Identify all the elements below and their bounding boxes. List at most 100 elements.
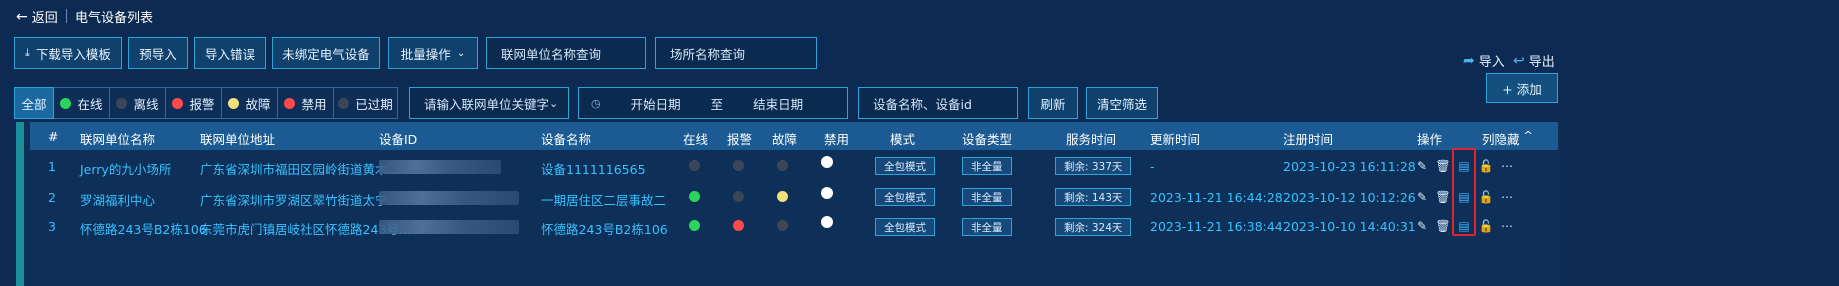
back-link[interactable]: ← 返回 xyxy=(16,7,58,27)
status-label: 已过期 xyxy=(355,96,393,112)
mode-tag: 全包模式 xyxy=(875,157,935,175)
edit-icon[interactable]: ✎ xyxy=(1415,190,1429,204)
col-device-id: 设备ID xyxy=(379,132,418,147)
cell-unit-name[interactable]: 怀德路243号B2栋106 xyxy=(80,219,207,238)
cell-unit-address: 广东省深圳市罗湖区翠竹街道太宁... xyxy=(200,193,400,208)
status-label: 全部 xyxy=(21,96,47,112)
mode-tag: 全包模式 xyxy=(875,188,935,206)
col-register-time: 注册时间 xyxy=(1283,132,1334,147)
status-filter-group: 全部 在线 离线 报警 故障 禁用 已过期 xyxy=(14,87,398,119)
edit-icon[interactable]: ✎ xyxy=(1415,219,1429,233)
status-dot-icon xyxy=(284,97,296,109)
cell-index: 3 xyxy=(48,219,56,234)
status-label: 报警 xyxy=(189,96,215,112)
disabled-status-dot xyxy=(821,187,833,199)
col-index: # xyxy=(48,129,59,144)
start-date-placeholder: 开始日期 xyxy=(630,96,681,112)
device-search-input[interactable]: 设备名称、设备id xyxy=(858,87,1018,119)
chevron-up-icon: ^ xyxy=(1523,129,1533,142)
edit-icon[interactable]: ✎ xyxy=(1415,159,1429,173)
status-filter-alarm[interactable]: 报警 xyxy=(166,87,222,119)
unlock-icon[interactable]: 🔓 xyxy=(1479,219,1494,233)
cell-device-name: 一期居住区二层事故二 xyxy=(541,193,667,208)
cell-index: 1 xyxy=(48,159,56,174)
chevron-down-icon: ⌄ xyxy=(456,47,466,59)
status-dot-icon xyxy=(172,97,184,109)
status-filter-fault[interactable]: 故障 xyxy=(222,87,278,119)
col-actions: 操作 xyxy=(1417,132,1443,147)
col-mode: 模式 xyxy=(890,132,916,147)
col-online: 在线 xyxy=(683,132,709,147)
fault-status-dot xyxy=(777,220,788,231)
status-filter-disabled[interactable]: 禁用 xyxy=(278,87,334,119)
device-type-tag: 非全量 xyxy=(962,157,1012,175)
col-alarm: 报警 xyxy=(727,132,753,147)
refresh-button[interactable]: 刷新 xyxy=(1028,87,1078,119)
cell-unit-name[interactable]: Jerry的九小场所 xyxy=(80,159,171,178)
col-device-type: 设备类型 xyxy=(962,132,1013,147)
status-dot-icon xyxy=(338,97,350,109)
online-status-dot xyxy=(689,160,700,171)
more-icon[interactable]: ⋯ xyxy=(1500,219,1514,233)
status-filter-all[interactable]: 全部 xyxy=(14,87,54,119)
device-type-tag: 非全量 xyxy=(962,218,1012,236)
unlock-icon[interactable]: 🔓 xyxy=(1479,159,1494,173)
unbound-devices-button[interactable]: 未绑定电气设备 xyxy=(272,37,380,69)
service-time-tag: 剩余: 143天 xyxy=(1055,188,1132,206)
table-scroll-indicator[interactable] xyxy=(16,122,24,286)
device-id-redacted xyxy=(379,220,519,234)
status-filter-offline[interactable]: 离线 xyxy=(110,87,166,119)
col-disabled: 禁用 xyxy=(824,132,850,147)
reply-icon: ↩ xyxy=(1513,52,1525,69)
more-icon[interactable]: ⋯ xyxy=(1500,159,1514,173)
place-search-input[interactable]: 场所名称查询 xyxy=(655,37,817,69)
batch-label: 批量操作 xyxy=(400,46,451,62)
back-label: 返回 xyxy=(31,11,58,26)
trash-icon[interactable]: 🗑 xyxy=(1435,219,1450,233)
unit-search-input[interactable]: 联网单位名称查询 xyxy=(486,37,646,69)
cell-register-time: 2023-10-10 14:40:31 xyxy=(1283,219,1416,234)
online-status-dot xyxy=(689,191,700,202)
batch-operations-button[interactable]: 批量操作 ⌄ xyxy=(388,37,478,69)
trash-icon[interactable]: 🗑 xyxy=(1435,159,1450,173)
cell-update-time: 2023-11-21 16:44:28 xyxy=(1150,190,1283,205)
col-service-time: 服务时间 xyxy=(1066,132,1117,147)
col-fault: 故障 xyxy=(772,132,798,147)
cell-update-time: - xyxy=(1150,159,1155,174)
export-link[interactable]: ↩ 导出 xyxy=(1513,51,1555,71)
status-dot-icon xyxy=(116,97,128,109)
import-errors-button[interactable]: 导入错误 xyxy=(194,37,266,69)
clear-filters-button[interactable]: 清空筛选 xyxy=(1086,87,1158,119)
date-separator: 至 xyxy=(710,96,724,112)
column-hide-toggle[interactable]: 列隐藏 ^ xyxy=(1482,129,1533,148)
export-label: 导出 xyxy=(1528,55,1555,70)
import-link[interactable]: ➦ 导入 xyxy=(1463,51,1505,71)
add-button[interactable]: + 添加 xyxy=(1486,73,1558,103)
status-filter-expired[interactable]: 已过期 xyxy=(334,87,398,119)
unlock-icon[interactable]: 🔓 xyxy=(1479,190,1494,204)
trash-icon[interactable]: 🗑 xyxy=(1435,190,1450,204)
col-unit-address: 联网单位地址 xyxy=(200,132,276,147)
service-time-tag: 剩余: 337天 xyxy=(1055,157,1132,175)
status-label: 禁用 xyxy=(301,96,327,112)
device-id-redacted xyxy=(379,160,501,174)
date-range-picker[interactable]: ◷ 开始日期 至 结束日期 xyxy=(578,87,848,119)
status-dot-icon xyxy=(228,97,240,109)
col-update-time: 更新时间 xyxy=(1150,132,1201,147)
import-label: 导入 xyxy=(1478,55,1505,70)
status-label: 离线 xyxy=(133,96,159,112)
download-template-button[interactable]: ⤓ 下载导入模板 xyxy=(14,37,122,69)
status-filter-online[interactable]: 在线 xyxy=(54,87,110,119)
download-template-label: 下载导入模板 xyxy=(35,46,111,62)
col-device-name: 设备名称 xyxy=(541,132,592,147)
cell-update-time: 2023-11-21 16:38:44 xyxy=(1150,219,1283,234)
status-label: 在线 xyxy=(77,96,103,112)
more-icon[interactable]: ⋯ xyxy=(1500,190,1514,204)
cell-unit-name[interactable]: 罗湖福利中心 xyxy=(80,190,155,209)
col-unit-name: 联网单位名称 xyxy=(80,132,156,147)
fault-status-dot xyxy=(777,191,788,202)
pre-import-button[interactable]: 预导入 xyxy=(128,37,188,69)
cell-device-name: 怀德路243号B2栋106 xyxy=(541,222,668,237)
status-dot-icon xyxy=(60,97,72,109)
unit-keyword-select[interactable]: 请输入联网单位关键字 ⌄ xyxy=(409,87,569,119)
